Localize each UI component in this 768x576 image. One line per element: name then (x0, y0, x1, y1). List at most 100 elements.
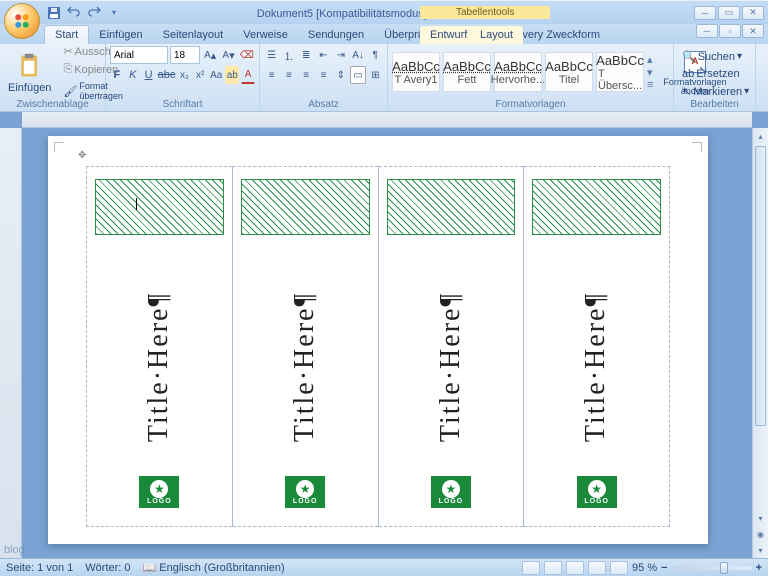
pattern-box[interactable] (241, 179, 370, 235)
styles-expand-icon[interactable]: ≡ (647, 79, 653, 91)
scrollbar-thumb[interactable] (755, 146, 766, 426)
zoom-label[interactable]: 95 % (632, 562, 657, 574)
styles-scroll-up-icon[interactable]: ▴ (647, 53, 653, 66)
style-titel[interactable]: AaBbCcTitel (545, 52, 593, 92)
scroll-up-icon[interactable]: ▴ (753, 128, 768, 144)
zoom-slider-thumb[interactable] (720, 562, 728, 574)
strike-button[interactable]: abc (157, 66, 175, 84)
qat-dropdown-icon[interactable]: ▾ (106, 5, 122, 21)
pattern-box[interactable] (95, 179, 224, 235)
bullets-button[interactable]: ☰ (264, 46, 279, 64)
table-cell[interactable]: Title·Here¶ ★LOGO (524, 167, 670, 527)
find-button[interactable]: 🔍 Suchen ▾ (678, 48, 751, 65)
table-cell[interactable]: Title·Here¶ ★LOGO (378, 167, 524, 527)
doc-close-button[interactable]: ✕ (742, 24, 764, 38)
doc-minimize-button[interactable]: ─ (696, 24, 718, 38)
select-button[interactable]: ↖ Markieren ▾ (678, 83, 751, 100)
minimize-button[interactable]: ─ (694, 6, 716, 20)
table-cell[interactable]: Title·Here¶ ★LOGO (232, 167, 378, 527)
style-fett[interactable]: AaBbCcFett (443, 52, 491, 92)
paste-button[interactable]: Einfügen (4, 50, 55, 96)
align-center-button[interactable]: ≡ (281, 66, 296, 84)
save-icon[interactable] (46, 5, 62, 21)
change-case-button[interactable]: Aa (209, 66, 223, 84)
align-left-button[interactable]: ≡ (264, 66, 279, 84)
status-words[interactable]: Wörter: 0 (85, 562, 130, 574)
indent-inc-button[interactable]: ⇥ (333, 46, 348, 64)
tab-start[interactable]: Start (44, 25, 89, 44)
style-hervorhe[interactable]: AaBbCcHervorhe... (494, 52, 542, 92)
view-fullscreen-button[interactable] (544, 561, 562, 575)
label-table[interactable]: Title·Here¶ ★LOGO Title·Here¶ ★LOGO Titl… (86, 166, 670, 527)
styles-scroll-down-icon[interactable]: ▾ (647, 66, 653, 79)
vertical-scrollbar[interactable]: ▴ ▾ ◉ ▾ (752, 128, 768, 558)
scroll-down-icon[interactable]: ▾ (753, 510, 768, 526)
shading-button[interactable]: ▭ (350, 66, 365, 84)
next-page-icon[interactable]: ▾ (753, 542, 768, 558)
ribbon: Einfügen ✂ Ausschneiden ⎘ Kopieren 🖌 For… (0, 44, 768, 112)
doc-restore-button[interactable]: ▫ (719, 24, 741, 38)
borders-button[interactable]: ⊞ (368, 66, 383, 84)
maximize-button[interactable]: ▭ (718, 6, 740, 20)
title-placeholder[interactable]: Title·Here¶ (233, 267, 378, 466)
line-spacing-button[interactable]: ⇕ (333, 66, 348, 84)
title-placeholder[interactable]: Title·Here¶ (87, 267, 232, 466)
zoom-in-button[interactable]: + (756, 562, 762, 574)
view-draft-button[interactable] (610, 561, 628, 575)
align-right-button[interactable]: ≡ (299, 66, 314, 84)
office-button[interactable] (4, 3, 40, 39)
tab-sendungen[interactable]: Sendungen (298, 26, 374, 44)
undo-icon[interactable] (66, 5, 82, 21)
clear-format-button[interactable]: ⌫ (239, 46, 255, 64)
prev-page-icon[interactable]: ◉ (753, 526, 768, 542)
office-logo-icon (13, 12, 31, 30)
logo-placeholder[interactable]: ★LOGO (285, 476, 325, 508)
font-color-button[interactable]: A (241, 66, 255, 84)
replace-button[interactable]: ab Ersetzen (678, 66, 751, 82)
align-justify-button[interactable]: ≡ (316, 66, 331, 84)
font-size-select[interactable] (170, 46, 200, 64)
pattern-box[interactable] (532, 179, 661, 235)
tab-einfuegen[interactable]: Einfügen (89, 26, 152, 44)
bold-button[interactable]: F (110, 66, 124, 84)
title-placeholder[interactable]: Title·Here¶ (524, 267, 669, 466)
table-anchor-icon[interactable]: ✥ (78, 150, 86, 161)
subscript-button[interactable]: x₂ (177, 66, 191, 84)
style-uebersc[interactable]: AaBbCcT Übersc... (596, 52, 644, 92)
close-button[interactable]: ✕ (742, 6, 764, 20)
italic-button[interactable]: K (126, 66, 140, 84)
logo-placeholder[interactable]: ★LOGO (577, 476, 617, 508)
superscript-button[interactable]: x² (193, 66, 207, 84)
view-web-button[interactable] (566, 561, 584, 575)
vertical-ruler[interactable] (0, 128, 22, 558)
highlight-button[interactable]: ab (225, 66, 239, 84)
logo-placeholder[interactable]: ★LOGO (431, 476, 471, 508)
logo-placeholder[interactable]: ★LOGO (139, 476, 179, 508)
redo-icon[interactable] (86, 5, 102, 21)
status-page[interactable]: Seite: 1 von 1 (6, 562, 73, 574)
view-print-layout-button[interactable] (522, 561, 540, 575)
title-placeholder[interactable]: Title·Here¶ (379, 267, 524, 466)
status-language[interactable]: 📖 Englisch (Großbritannien) (143, 561, 285, 574)
pattern-box[interactable] (387, 179, 516, 235)
style-avery1[interactable]: AaBbCcT Avery1 (392, 52, 440, 92)
tab-seitenlayout[interactable]: Seitenlayout (153, 26, 234, 44)
grow-font-button[interactable]: A▴ (202, 46, 218, 64)
tab-layout[interactable]: Layout (470, 26, 523, 44)
underline-button[interactable]: U (142, 66, 156, 84)
show-marks-button[interactable]: ¶ (368, 46, 383, 64)
tab-verweise[interactable]: Verweise (233, 26, 298, 44)
indent-dec-button[interactable]: ⇤ (316, 46, 331, 64)
view-outline-button[interactable] (588, 561, 606, 575)
table-cell[interactable]: Title·Here¶ ★LOGO (87, 167, 233, 527)
horizontal-ruler[interactable] (22, 112, 752, 128)
shrink-font-button[interactable]: A▾ (220, 46, 236, 64)
tab-entwurf[interactable]: Entwurf (420, 26, 477, 44)
multilevel-button[interactable]: ≣ (299, 46, 314, 64)
numbering-button[interactable]: ⒈ (281, 46, 296, 64)
zoom-out-button[interactable]: − (661, 562, 667, 574)
sort-button[interactable]: A↓ (350, 46, 365, 64)
document-page[interactable]: ✥ Title·Here¶ ★LOGO Title·Here¶ ★LOGO Ti… (48, 136, 708, 544)
font-name-select[interactable] (110, 46, 168, 64)
zoom-slider[interactable] (672, 566, 752, 570)
